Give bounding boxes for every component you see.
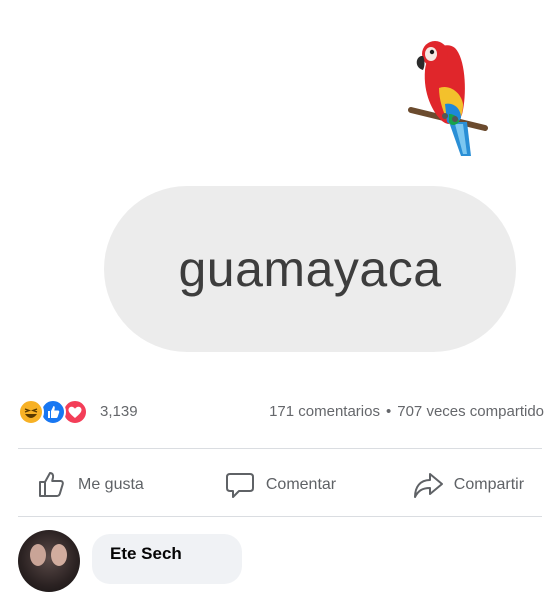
post-stats-row: 3,139 171 comentarios • 707 veces comparti… <box>14 396 544 432</box>
comment-bubble: Ete Sech <box>92 534 242 584</box>
thumbs-up-icon <box>39 472 64 497</box>
comment-count-link[interactable]: 171 comentarios <box>269 403 380 420</box>
haha-icon <box>18 399 44 425</box>
share-button[interactable]: Compartir <box>361 460 542 510</box>
comment-button[interactable]: Comentar <box>199 460 362 510</box>
share-arrow-icon <box>413 473 443 498</box>
comment-item: Ete Sech <box>18 530 542 592</box>
avatar[interactable] <box>18 530 80 592</box>
comment-button-label: Comentar <box>265 476 337 493</box>
reaction-icons[interactable] <box>18 399 100 427</box>
comments-shares-summary: 171 comentarios • 707 veces compartido <box>269 403 544 420</box>
divider <box>18 448 542 449</box>
speech-bubble-icon <box>225 473 254 498</box>
divider <box>18 516 542 517</box>
separator-dot: • <box>385 403 392 420</box>
post-action-bar: Me gusta Comentar Compartir <box>18 460 542 510</box>
share-count-link[interactable]: 707 veces compartido <box>397 403 544 420</box>
like-button[interactable]: Me gusta <box>18 460 199 510</box>
reaction-count[interactable]: 3,139 <box>100 403 138 420</box>
avatar-face <box>51 544 67 566</box>
avatar-face <box>30 544 46 566</box>
post-text-bubble: guamayaca <box>104 186 516 352</box>
comment-author[interactable]: Ete Sech <box>110 544 182 564</box>
post-text: guamayaca <box>178 241 442 297</box>
like-button-label: Me gusta <box>78 476 144 493</box>
share-button-label: Compartir <box>453 476 525 493</box>
parrot-emoji-icon <box>405 32 495 162</box>
